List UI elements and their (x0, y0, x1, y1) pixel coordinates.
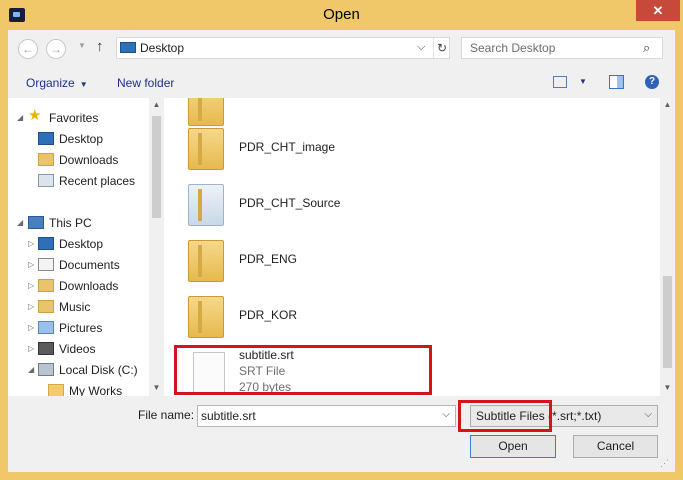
highlight-box-open-button (458, 400, 552, 432)
file-name: PDR_KOR (239, 308, 298, 322)
open-button[interactable]: Open (470, 435, 556, 458)
nav-pc-local-disk[interactable]: Local Disk (C:) (38, 361, 138, 379)
pictures-icon (38, 321, 54, 335)
nav-pc-downloads[interactable]: Downloads (38, 277, 118, 295)
collapsed-arrow-icon[interactable]: ▷ (28, 298, 34, 316)
highlight-box-srt-file (174, 345, 432, 395)
command-toolbar: Organize ▼ New folder ▼ ? (8, 68, 675, 98)
search-placeholder: Search Desktop (470, 41, 556, 55)
scroll-down-icon[interactable]: ▼ (149, 383, 164, 392)
scrollbar-thumb[interactable] (663, 276, 672, 368)
downloads-icon (38, 279, 54, 293)
collapsed-arrow-icon[interactable]: ▷ (28, 256, 34, 274)
folder-icon (188, 128, 224, 170)
list-item[interactable]: PDR_ENG (188, 234, 588, 288)
collapsed-arrow-icon[interactable]: ▷ (28, 277, 34, 295)
change-view-icon[interactable] (553, 76, 567, 88)
nav-my-works[interactable]: My Works (48, 382, 122, 396)
nav-pc-documents[interactable]: Documents (38, 256, 120, 274)
navigation-scrollbar[interactable]: ▲ ▼ (149, 98, 164, 396)
dialog-body: ← → ▼ ↑ Desktop ⌵ ↻ Search Desktop ⌕ Org… (8, 30, 675, 472)
chevron-down-icon[interactable]: ⌵ (644, 409, 652, 420)
chevron-down-icon[interactable]: ⌵ (442, 409, 450, 420)
file-name: PDR_CHT_Source (239, 196, 341, 210)
music-icon (38, 300, 54, 314)
view-options-dropdown-icon[interactable]: ▼ (579, 77, 587, 86)
nav-this-pc[interactable]: This PC (28, 214, 92, 232)
expand-arrow-icon[interactable]: ◢ (17, 109, 23, 127)
open-dialog-window: Open ✕ ← → ▼ ↑ Desktop ⌵ ↻ Search Deskto… (0, 0, 683, 480)
file-name-label: File name: (138, 408, 195, 422)
nav-pc-music[interactable]: Music (38, 298, 90, 316)
collapsed-arrow-icon[interactable]: ▷ (28, 340, 34, 358)
disk-drive-icon (38, 363, 54, 377)
address-bar[interactable]: Desktop ⌵ ↻ (116, 37, 450, 59)
expand-arrow-icon[interactable]: ◢ (28, 361, 34, 379)
refresh-icon[interactable]: ↻ (433, 38, 450, 58)
file-name-value: subtitle.srt (201, 409, 256, 423)
search-input[interactable]: Search Desktop ⌕ (461, 37, 663, 59)
forward-button[interactable]: → (46, 39, 66, 59)
videos-icon (38, 342, 54, 356)
up-arrow-icon[interactable]: ↑ (96, 38, 104, 55)
downloads-icon (38, 153, 54, 167)
scroll-up-icon[interactable]: ▲ (660, 100, 675, 109)
recent-places-icon (38, 174, 54, 188)
expand-arrow-icon[interactable]: ◢ (17, 214, 23, 232)
new-folder-button[interactable]: New folder (117, 76, 174, 90)
collapsed-arrow-icon[interactable]: ▷ (28, 319, 34, 337)
desktop-icon (38, 132, 54, 146)
close-button[interactable]: ✕ (636, 0, 680, 21)
window-title: Open (323, 6, 360, 23)
list-item[interactable]: PDR_KOR (188, 290, 588, 344)
nav-pc-pictures[interactable]: Pictures (38, 319, 102, 337)
collapsed-arrow-icon[interactable]: ▷ (28, 235, 34, 253)
desktop-icon (120, 42, 136, 53)
resize-grip-icon[interactable]: ⋰ (660, 458, 669, 469)
nav-favorites-recent-places[interactable]: Recent places (38, 172, 135, 190)
title-bar[interactable]: Open ✕ (0, 0, 683, 30)
organize-label: Organize (26, 76, 75, 90)
star-icon: ★ (28, 106, 42, 124)
documents-icon (38, 258, 54, 272)
folder-icon (188, 296, 224, 338)
nav-pc-desktop[interactable]: Desktop (38, 235, 103, 253)
chevron-down-icon: ▼ (79, 80, 88, 89)
file-name: PDR_CHT_image (239, 140, 336, 154)
address-dropdown-icon[interactable]: ⌵ (417, 41, 425, 54)
computer-icon (28, 216, 44, 230)
file-list-scrollbar[interactable]: ▲ ▼ (660, 98, 675, 396)
recent-locations-dropdown-icon[interactable]: ▼ (78, 41, 86, 50)
back-button[interactable]: ← (18, 39, 38, 59)
navigation-pane[interactable]: ◢ ★ Favorites Desktop Downloads Recent pl… (8, 98, 164, 396)
file-name: PDR_ENG (239, 252, 298, 266)
list-item[interactable]: PDR_CHT_image (188, 122, 588, 176)
nav-favorites-downloads[interactable]: Downloads (38, 151, 118, 169)
nav-favorites[interactable]: ★ Favorites (28, 106, 98, 127)
preview-pane-icon[interactable] (609, 75, 624, 89)
folder-with-documents-icon (188, 184, 224, 226)
cancel-button[interactable]: Cancel (573, 435, 658, 458)
scroll-down-icon[interactable]: ▼ (660, 383, 675, 392)
file-name-input[interactable]: subtitle.srt ⌵ (197, 405, 456, 427)
search-icon[interactable]: ⌕ (643, 40, 650, 56)
help-icon[interactable]: ? (645, 75, 659, 89)
scroll-up-icon[interactable]: ▲ (149, 100, 164, 109)
scrollbar-thumb[interactable] (152, 116, 161, 218)
address-location: Desktop (140, 41, 185, 55)
folder-icon (48, 384, 64, 396)
nav-pc-videos[interactable]: Videos (38, 340, 95, 358)
list-item[interactable]: PDR_CHT_Source (188, 178, 588, 232)
desktop-icon (38, 237, 54, 251)
nav-favorites-desktop[interactable]: Desktop (38, 130, 103, 148)
organize-menu[interactable]: Organize ▼ (26, 76, 88, 90)
folder-icon (188, 240, 224, 282)
